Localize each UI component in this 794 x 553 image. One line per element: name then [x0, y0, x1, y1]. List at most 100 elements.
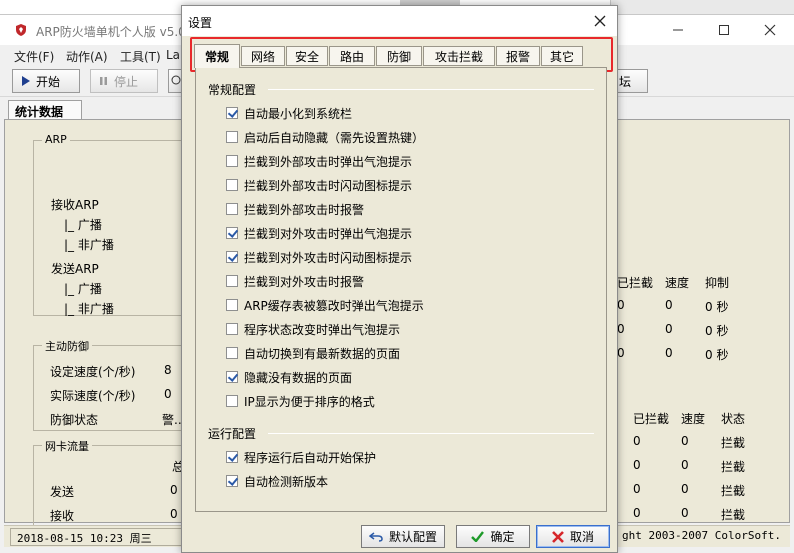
dialog-titlebar: 设置	[182, 6, 617, 36]
section-general-title: 常规配置	[208, 83, 257, 97]
cancel-button[interactable]: 取消	[536, 525, 610, 548]
section-divider	[268, 433, 594, 434]
option-label: 拦截到外部攻击时弹出气泡提示	[244, 154, 413, 169]
close-icon[interactable]	[583, 6, 617, 36]
table2-cell: 0	[633, 506, 641, 520]
group-title: 网卡流量	[42, 438, 92, 454]
checkbox-unchecked[interactable]	[226, 155, 238, 167]
checkbox-unchecked[interactable]	[226, 395, 238, 407]
table2-header-blocked: 已拦截	[633, 412, 670, 426]
option-row[interactable]: 拦截到对外攻击时报警	[226, 272, 364, 290]
arp-group: ARP 接收ARP |_ 广播 |_ 非广播 发送ARP |_ 广播 |_ 非广…	[33, 133, 189, 316]
table1-cell: 0	[665, 346, 673, 360]
group-title: 主动防御	[42, 338, 92, 354]
maximize-icon[interactable]	[701, 15, 747, 45]
option-row[interactable]: 自动最小化到系统栏	[226, 104, 352, 122]
checkbox-checked[interactable]	[226, 371, 238, 383]
tab-security[interactable]: 安全	[286, 46, 328, 66]
tab-routing[interactable]: 路由	[329, 46, 375, 66]
table2-cell: 拦截	[721, 460, 746, 474]
close-icon[interactable]	[747, 15, 793, 45]
tab-defense[interactable]: 防御	[376, 46, 422, 66]
option-row[interactable]: ARP缓存表被篡改时弹出气泡提示	[226, 296, 424, 314]
checkbox-unchecked[interactable]	[226, 275, 238, 287]
table1-header-speed: 速度	[665, 276, 690, 290]
checkbox-checked[interactable]	[226, 451, 238, 463]
ok-button[interactable]: 确定	[456, 525, 530, 548]
ok-label: 确定	[490, 530, 515, 544]
background-window-edge	[610, 0, 794, 14]
option-row[interactable]: 拦截到外部攻击时报警	[226, 200, 364, 218]
menu-tools[interactable]: 工具(T)	[120, 48, 161, 65]
table2-cell: 0	[681, 506, 689, 520]
checkbox-checked[interactable]	[226, 475, 238, 487]
tab-other[interactable]: 其它	[541, 46, 583, 66]
shield-icon	[14, 23, 28, 37]
option-label: 拦截到外部攻击时闪动图标提示	[244, 178, 413, 193]
table1-cell: 0	[665, 298, 673, 312]
option-label: 自动最小化到系统栏	[244, 106, 353, 121]
default-config-button[interactable]: 默认配置	[361, 525, 445, 548]
option-row[interactable]: 拦截到外部攻击时闪动图标提示	[226, 176, 412, 194]
undo-icon	[368, 531, 383, 542]
stop-button[interactable]: 停止	[90, 69, 158, 93]
section-divider	[268, 89, 594, 90]
status-copyright: ght 2003-2007 ColorSoft.	[616, 528, 788, 546]
table2-cell: 0	[681, 482, 689, 496]
checkbox-checked[interactable]	[226, 227, 238, 239]
table1-cell: 0 秒	[705, 300, 729, 314]
table2-cell: 0	[633, 434, 641, 448]
checkbox-unchecked[interactable]	[226, 347, 238, 359]
option-label: 程序运行后自动开始保护	[244, 450, 377, 465]
defense-group: 主动防御 设定速度(个/秒) 8 实际速度(个/秒) 0 防御状态 警...	[33, 338, 189, 431]
option-row[interactable]: 隐藏没有数据的页面	[226, 368, 352, 386]
menu-action[interactable]: 动作(A)	[66, 48, 108, 65]
option-row[interactable]: 拦截到外部攻击时弹出气泡提示	[226, 152, 412, 170]
app-title: ARP防火墙单机个人版 v5.0	[36, 25, 186, 39]
arp-receive-label: 接收ARP	[51, 198, 99, 212]
option-row[interactable]: 自动检测新版本	[226, 472, 328, 490]
option-label: IP显示为便于排序的格式	[244, 394, 375, 409]
table1-cell: 0 秒	[705, 348, 729, 362]
option-row[interactable]: 程序运行后自动开始保护	[226, 448, 376, 466]
menu-lang[interactable]: La	[166, 48, 180, 62]
tab-network[interactable]: 网络	[241, 46, 285, 66]
option-row[interactable]: 拦截到对外攻击时弹出气泡提示	[226, 224, 412, 242]
option-row[interactable]: 自动切换到有最新数据的页面	[226, 344, 400, 362]
menu-file[interactable]: 文件(F)	[14, 48, 54, 65]
tab-alarm[interactable]: 报警	[496, 46, 540, 66]
checkbox-unchecked[interactable]	[226, 203, 238, 215]
table2-cell: 拦截	[721, 508, 746, 522]
option-row[interactable]: 程序状态改变时弹出气泡提示	[226, 320, 400, 338]
tab-statistics[interactable]: 统计数据	[8, 100, 82, 120]
option-label: 拦截到对外攻击时闪动图标提示	[244, 250, 413, 265]
option-row[interactable]: IP显示为便于排序的格式	[226, 392, 375, 410]
option-label: 自动切换到有最新数据的页面	[244, 346, 401, 361]
nic-recv-label: 接收	[50, 509, 75, 523]
arp-receive-unicast: |_ 非广播	[64, 238, 114, 252]
option-row[interactable]: 启动后自动隐藏（需先设置热键）	[226, 128, 424, 146]
tab-attack-block[interactable]: 攻击拦截	[423, 46, 495, 66]
checkbox-unchecked[interactable]	[226, 299, 238, 311]
tab-general[interactable]: 常规	[194, 44, 240, 68]
checkmark-icon	[471, 531, 485, 542]
table2-cell: 0	[633, 458, 641, 472]
checkbox-unchecked[interactable]	[226, 131, 238, 143]
checkbox-checked[interactable]	[226, 107, 238, 119]
checkbox-checked[interactable]	[226, 251, 238, 263]
option-row[interactable]: 拦截到对外攻击时闪动图标提示	[226, 248, 412, 266]
defense-status-label: 防御状态	[50, 413, 99, 427]
minimize-icon[interactable]	[655, 15, 701, 45]
status-datetime: 2018-08-15 10:23 周三	[10, 528, 182, 546]
table1-cell: 0 秒	[705, 324, 729, 338]
arp-send-broadcast: |_ 广播	[64, 282, 102, 296]
start-button[interactable]: 开始	[12, 69, 80, 93]
set-speed-label: 设定速度(个/秒)	[50, 365, 136, 379]
checkbox-unchecked[interactable]	[226, 323, 238, 335]
option-label: 自动检测新版本	[244, 474, 329, 489]
table2-cell: 拦截	[721, 484, 746, 498]
arp-send-label: 发送ARP	[51, 262, 99, 276]
cancel-label: 取消	[569, 530, 594, 544]
checkbox-unchecked[interactable]	[226, 179, 238, 191]
forum-label: 坛	[619, 74, 632, 89]
